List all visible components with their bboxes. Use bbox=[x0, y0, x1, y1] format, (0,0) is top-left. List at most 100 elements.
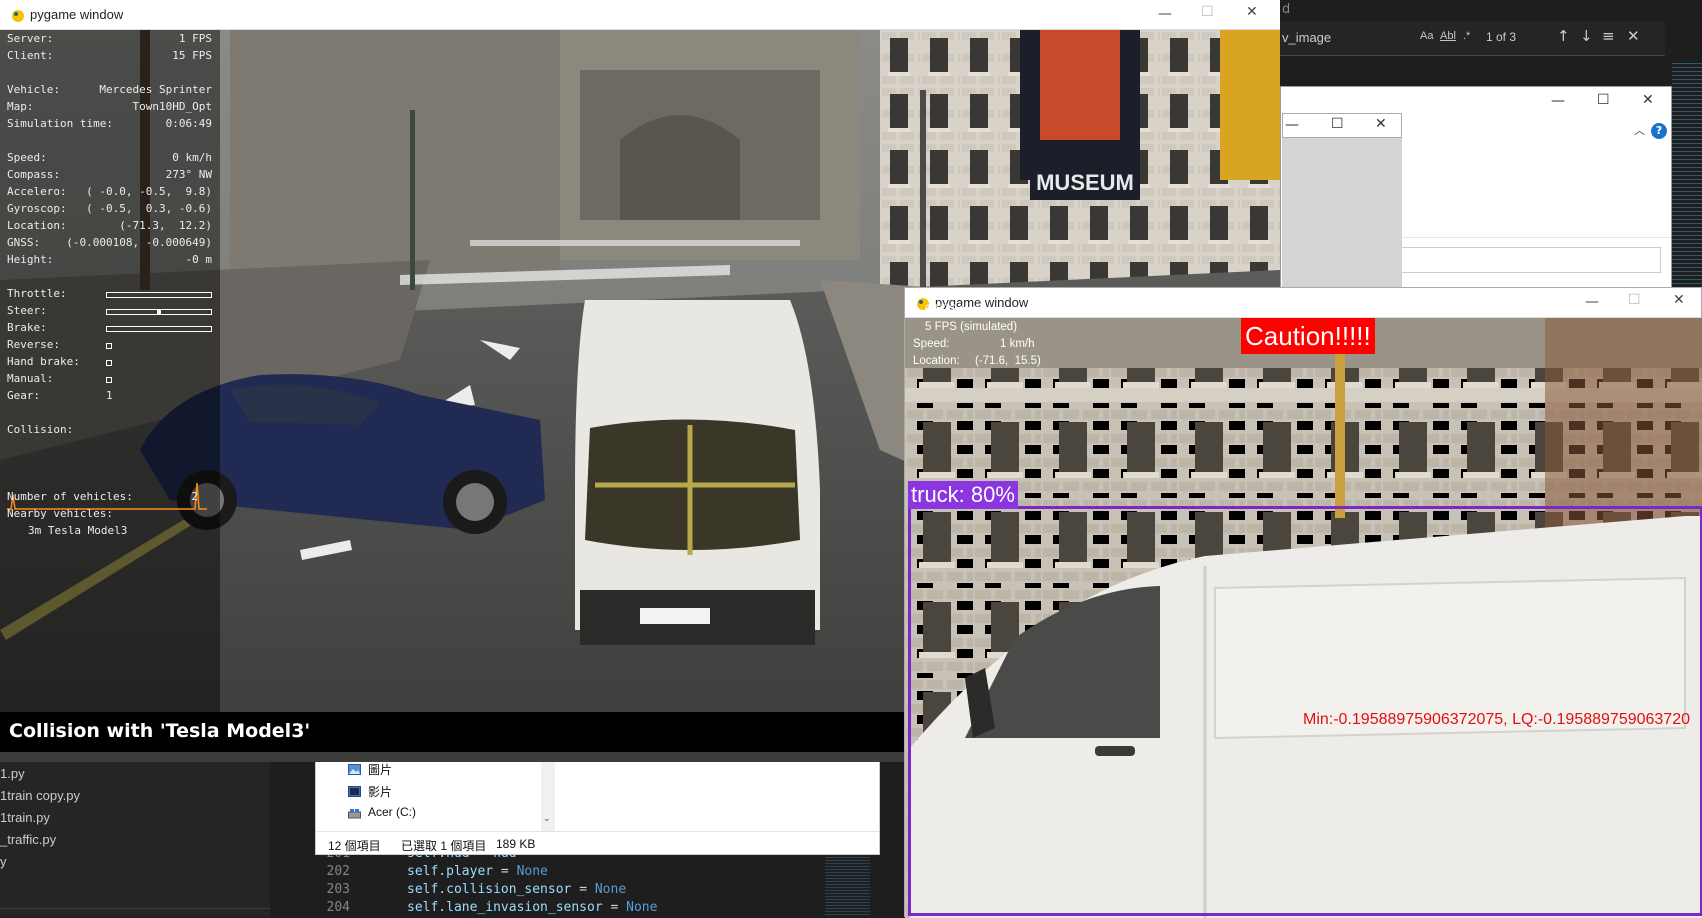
hud-brake: Brake: bbox=[7, 321, 212, 339]
nav-scrollbar[interactable]: ⌄ bbox=[541, 756, 555, 831]
videos-icon bbox=[348, 786, 361, 797]
hud-label: Throttle: bbox=[7, 287, 67, 300]
maximize-icon[interactable]: ☐ bbox=[1597, 92, 1610, 108]
hud-value: 1 bbox=[106, 389, 113, 402]
collision-notification: Collision with 'Tesla Model3' bbox=[0, 712, 905, 752]
hud-value: 273° NW bbox=[165, 168, 212, 181]
detection-pygame-window: pygame window — ☐ ✕ 0 FPS (real) 5 FPS (… bbox=[904, 287, 1702, 918]
explorer-nav-pane: 圖片 影片 Acer (C:) ⌄ 12 個項目 已選取 1 個項目 189 K… bbox=[315, 755, 880, 855]
pygame-icon bbox=[12, 10, 24, 22]
maximize-icon[interactable]: ☐ bbox=[1201, 4, 1214, 20]
depth-readout: Min:-0.19588975906372075, LQ:-0.19588975… bbox=[1303, 711, 1690, 728]
speed-value: 1 km/h bbox=[1000, 338, 1035, 350]
code-line-204[interactable]: self.lane_invasion_sensor = None bbox=[407, 900, 657, 915]
hud-height: Height: -0 m bbox=[7, 253, 212, 271]
hud-label: Speed: bbox=[7, 151, 47, 164]
nav-item-pictures[interactable]: 圖片 bbox=[368, 761, 392, 778]
close-icon[interactable]: ✕ bbox=[1673, 292, 1685, 308]
minimize-icon[interactable]: — bbox=[1551, 93, 1565, 109]
hud-label: Nearby vehicles: bbox=[7, 507, 113, 520]
line-number: 202 bbox=[326, 864, 350, 879]
close-icon[interactable]: ✕ bbox=[1627, 27, 1640, 45]
hud-location: Location: (-71.3, 12.2) bbox=[7, 219, 212, 237]
minimize-icon[interactable]: — bbox=[1285, 117, 1299, 133]
code-operator: = bbox=[571, 882, 595, 897]
reverse-checkbox bbox=[106, 343, 112, 349]
code-keyword: None bbox=[626, 900, 658, 915]
code-keyword: None bbox=[516, 864, 548, 879]
explorer-file-item[interactable]: 1.py bbox=[0, 766, 25, 781]
find-input[interactable]: v_image bbox=[1280, 26, 1420, 50]
find-result-count: 1 of 3 bbox=[1486, 30, 1517, 44]
find-widget: v_image Aa Abl .* 1 of 3 ↑ ↓ ≡ ✕ bbox=[1280, 22, 1665, 56]
hud-steer: Steer: bbox=[7, 304, 212, 322]
hud-value: 0 km/h bbox=[172, 151, 212, 164]
code-var: self.lane_invasion_sensor bbox=[407, 900, 603, 915]
hud-gear: Gear: 1 bbox=[7, 389, 212, 407]
explorer-file-item[interactable]: _traffic.py bbox=[0, 832, 56, 847]
hud-label: Gear: bbox=[7, 389, 41, 402]
hud-label: Map: bbox=[7, 100, 34, 113]
code-var: self.player bbox=[407, 864, 494, 879]
hud-value: 1 FPS bbox=[178, 32, 212, 45]
whole-word-toggle[interactable]: Abl bbox=[1440, 30, 1456, 42]
hud-sim-time: Simulation time: 0:06:49 bbox=[7, 117, 212, 135]
hud-throttle: Throttle: bbox=[7, 287, 212, 305]
chevron-down-icon[interactable]: ⌄ bbox=[543, 814, 551, 824]
close-icon[interactable]: ✕ bbox=[1375, 116, 1387, 132]
explorer-file-item[interactable]: 1train copy.py bbox=[0, 788, 80, 803]
close-icon[interactable]: ✕ bbox=[1642, 92, 1654, 108]
code-keyword: None bbox=[594, 882, 627, 897]
maximize-icon[interactable]: ☐ bbox=[1331, 116, 1344, 132]
brake-bar bbox=[106, 326, 212, 332]
explorer-divider bbox=[0, 908, 270, 909]
hud-compass: Compass: 273° NW bbox=[7, 168, 212, 186]
hud-value: 15 FPS bbox=[172, 49, 212, 62]
hud-label: Reverse: bbox=[7, 338, 60, 351]
explorer-file-item[interactable]: 1train.py bbox=[0, 810, 50, 825]
hud-nearby: Nearby vehicles: bbox=[7, 507, 212, 525]
find-in-selection-icon[interactable]: ≡ bbox=[1602, 27, 1615, 45]
match-case-toggle[interactable]: Aa bbox=[1420, 30, 1433, 42]
hud-value: Town10HD_Opt bbox=[132, 100, 212, 113]
address-bar[interactable] bbox=[1401, 247, 1661, 273]
chevron-up-icon[interactable]: ︿ bbox=[1634, 122, 1645, 138]
arrow-up-icon[interactable]: ↑ bbox=[1557, 27, 1570, 45]
hud-speed: Speed: 0 km/h bbox=[7, 151, 212, 169]
hud-label: Accelero: bbox=[7, 185, 67, 198]
arrow-down-icon[interactable]: ↓ bbox=[1580, 27, 1593, 45]
location-label: Location: bbox=[913, 355, 960, 367]
location-value: (-71.6, 15.5) bbox=[975, 355, 1041, 367]
code-operator: = bbox=[493, 864, 517, 879]
hud-server: Server: 1 FPS bbox=[7, 32, 212, 50]
code-line-203[interactable]: self.collision_sensor = None bbox=[407, 882, 626, 897]
explorer-file-item[interactable]: y bbox=[0, 854, 7, 869]
help-icon[interactable]: ? bbox=[1651, 123, 1667, 139]
detection-label: truck: 80% bbox=[908, 481, 1018, 509]
nav-item-drive[interactable]: Acer (C:) bbox=[368, 805, 416, 819]
ribbon-divider bbox=[1401, 237, 1671, 238]
secondary-dialog-titlebar: — ☐ ✕ bbox=[1282, 113, 1402, 138]
hud-manual: Manual: bbox=[7, 372, 212, 390]
hud-value: (-0.000108, -0.000649) bbox=[66, 236, 212, 249]
code-line-202[interactable]: self.player = None bbox=[407, 864, 548, 879]
pictures-icon bbox=[348, 764, 361, 775]
status-selected: 已選取 1 個項目 bbox=[401, 839, 487, 853]
maximize-icon[interactable]: ☐ bbox=[1628, 292, 1641, 308]
caution-warning: Caution!!!!! bbox=[1241, 318, 1375, 354]
hud-label: Steer: bbox=[7, 304, 47, 317]
nav-item-videos[interactable]: 影片 bbox=[368, 783, 392, 800]
hud-gyroscop: Gyroscop: ( -0.5, 0.3, -0.6) bbox=[7, 202, 212, 220]
status-size: 189 KB bbox=[496, 837, 536, 851]
close-icon[interactable]: ✕ bbox=[1246, 4, 1258, 20]
hud-gnss: GNSS: (-0.000108, -0.000649) bbox=[7, 236, 212, 254]
minimize-icon[interactable]: — bbox=[1585, 294, 1599, 310]
hud-label: Collision: bbox=[7, 423, 74, 436]
hud-accelero: Accelero: ( -0.0, -0.5, 9.8) bbox=[7, 185, 212, 203]
hud-label: Brake: bbox=[7, 321, 47, 334]
hud-label: Client: bbox=[7, 49, 54, 62]
minimize-icon[interactable]: — bbox=[1158, 6, 1172, 22]
hud-value: 0:06:49 bbox=[165, 117, 212, 130]
regex-toggle[interactable]: .* bbox=[1463, 30, 1470, 42]
editor-minimap-slice bbox=[825, 855, 870, 917]
